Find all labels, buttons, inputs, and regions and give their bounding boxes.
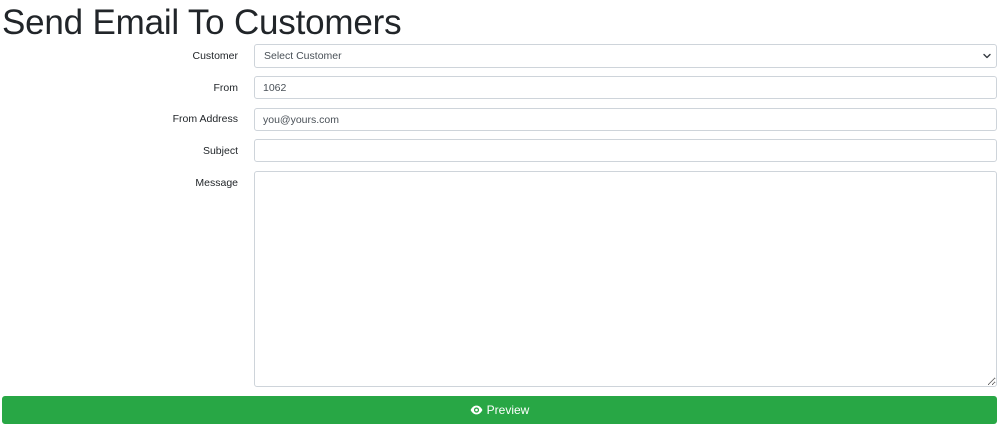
subject-row: Subject [0,139,1000,162]
message-label: Message [195,177,238,189]
customer-select-value: Select Customer [264,50,342,62]
from-address-label: From Address [172,113,238,125]
from-field[interactable] [254,76,997,99]
customer-row: Customer Select Customer [0,44,1000,68]
from-row: From [0,76,1000,99]
chevron-down-icon [983,53,991,59]
from-label: From [213,82,239,94]
customer-select[interactable]: Select Customer [254,44,997,68]
subject-label: Subject [202,145,238,157]
preview-button-label: Preview [486,403,530,417]
from-address-field[interactable] [254,108,997,131]
from-address-row: From Address [0,108,1000,131]
preview-button[interactable]: Preview [2,396,997,424]
page-title: Send Email To Customers [2,3,402,42]
customer-label: Customer [192,50,238,62]
eye-icon [470,405,483,415]
subject-field[interactable] [254,139,997,162]
message-textarea[interactable] [254,171,997,387]
message-row: Message [0,171,1000,387]
